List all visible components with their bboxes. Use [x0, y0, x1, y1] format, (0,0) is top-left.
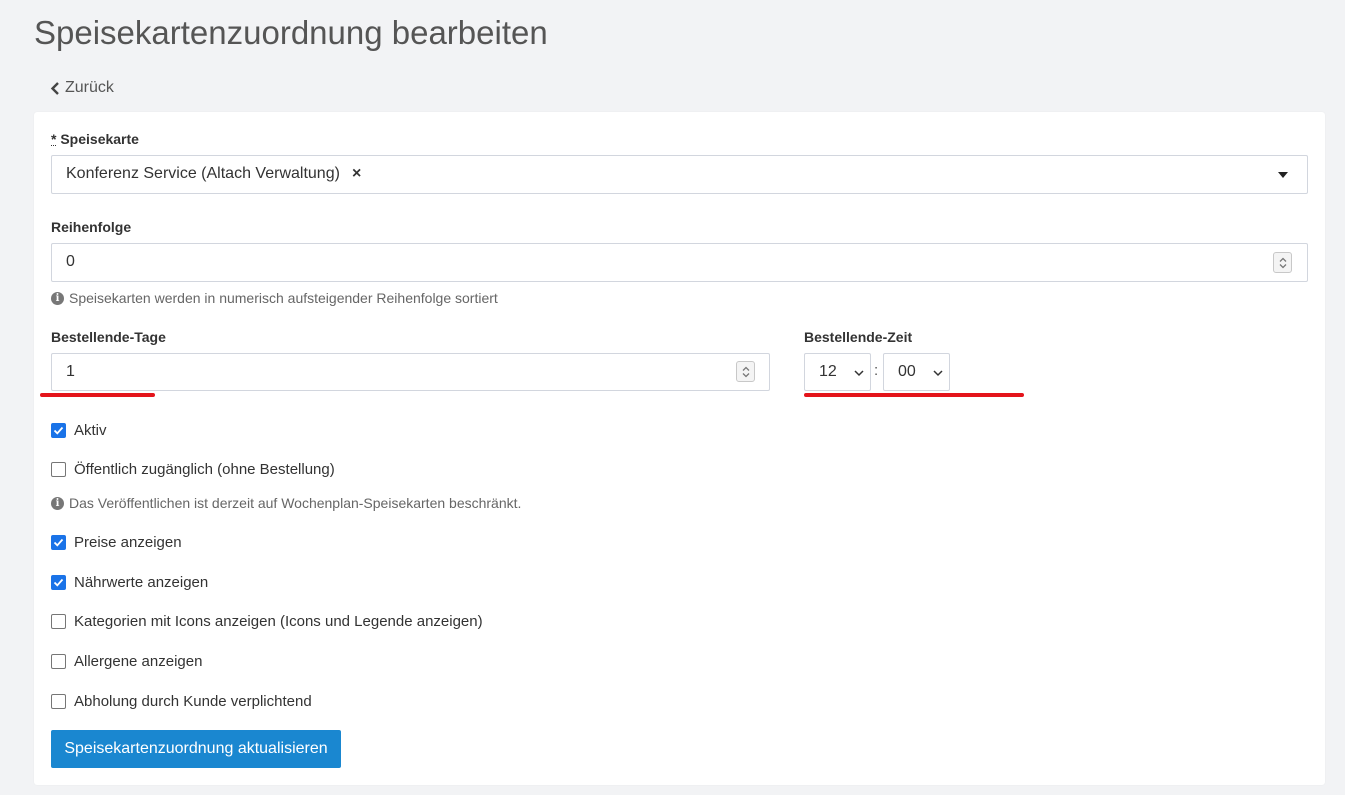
checkbox-box[interactable]: [51, 462, 66, 477]
speisekarte-label: * Speisekarte: [51, 131, 139, 147]
clear-selection-icon[interactable]: ×: [352, 165, 361, 183]
hour-value: 12: [819, 363, 837, 380]
chevron-down-icon: [933, 370, 943, 377]
checkbox-label: Aktiv: [74, 422, 107, 439]
time-separator: :: [874, 362, 879, 379]
info-icon: i: [51, 291, 64, 305]
bestellende-tage-input[interactable]: 1: [51, 353, 770, 391]
speisekarte-label-text: Speisekarte: [60, 131, 139, 147]
checkbox-box[interactable]: [51, 535, 66, 550]
checkbox-abholung[interactable]: Abholung durch Kunde verplichtend: [51, 693, 312, 710]
checkbox-label: Öffentlich zugänglich (ohne Bestellung): [74, 461, 335, 478]
checkbox-label: Abholung durch Kunde verplichtend: [74, 693, 312, 710]
checkbox-oeffentlich[interactable]: Öffentlich zugänglich (ohne Bestellung): [51, 461, 335, 478]
checkbox-preise[interactable]: Preise anzeigen: [51, 534, 182, 551]
annotation-underline-tage: [40, 393, 155, 397]
reihenfolge-help: i Speisekarten werden in numerisch aufst…: [51, 290, 498, 306]
reihenfolge-input[interactable]: 0: [51, 243, 1308, 282]
checkbox-label: Kategorien mit Icons anzeigen (Icons und…: [74, 613, 483, 630]
hour-select[interactable]: 12: [804, 353, 871, 391]
reihenfolge-help-text: Speisekarten werden in numerisch aufstei…: [69, 290, 498, 306]
bestellende-tage-value: 1: [66, 363, 75, 380]
speisekarte-select[interactable]: Konferenz Service (Altach Verwaltung) ×: [51, 155, 1308, 194]
checkbox-allergene[interactable]: Allergene anzeigen: [51, 653, 202, 670]
chevron-down-icon: [854, 370, 864, 377]
checkbox-box[interactable]: [51, 694, 66, 709]
checkbox-aktiv[interactable]: Aktiv: [51, 422, 107, 439]
checkbox-box[interactable]: [51, 654, 66, 669]
annotation-underline-zeit: [804, 393, 1024, 397]
speisekarte-selected-value: Konferenz Service (Altach Verwaltung): [66, 165, 340, 182]
bestellende-tage-spinner-icon[interactable]: [736, 361, 755, 382]
checkbox-naehrwerte[interactable]: Nährwerte anzeigen: [51, 574, 208, 591]
required-marker: *: [51, 131, 57, 147]
minute-select[interactable]: 00: [883, 353, 950, 391]
caret-down-icon: [1278, 172, 1288, 178]
bestellende-zeit-label: Bestellende-Zeit: [804, 329, 913, 345]
back-link-label: Zurück: [65, 79, 114, 96]
checkbox-box[interactable]: [51, 575, 66, 590]
checkbox-box[interactable]: [51, 423, 66, 438]
checkbox-label: Nährwerte anzeigen: [74, 574, 209, 591]
publish-help-text: Das Veröffentlichen ist derzeit auf Woch…: [69, 495, 522, 511]
info-icon: i: [51, 496, 64, 510]
checkbox-label: Preise anzeigen: [74, 534, 182, 551]
reihenfolge-value: 0: [66, 253, 75, 270]
checkmark-icon: [53, 578, 64, 587]
form-card: * Speisekarte Konferenz Service (Altach …: [34, 112, 1325, 785]
submit-button[interactable]: Speisekartenzuordnung aktualisieren: [51, 730, 341, 768]
reihenfolge-label: Reihenfolge: [51, 219, 132, 235]
checkbox-label: Allergene anzeigen: [74, 653, 203, 670]
minute-value: 00: [898, 363, 916, 380]
checkbox-kategorien[interactable]: Kategorien mit Icons anzeigen (Icons und…: [51, 613, 483, 630]
bestellende-tage-label: Bestellende-Tage: [51, 329, 166, 345]
publish-help: i Das Veröffentlichen ist derzeit auf Wo…: [51, 495, 521, 511]
chevron-left-icon: [50, 81, 59, 95]
checkmark-icon: [53, 426, 64, 435]
reihenfolge-spinner-icon[interactable]: [1273, 252, 1292, 273]
checkbox-box[interactable]: [51, 614, 66, 629]
back-link[interactable]: Zurück: [50, 79, 114, 97]
page-title: Speisekartenzuordnung bearbeiten: [34, 14, 548, 51]
checkmark-icon: [53, 538, 64, 547]
